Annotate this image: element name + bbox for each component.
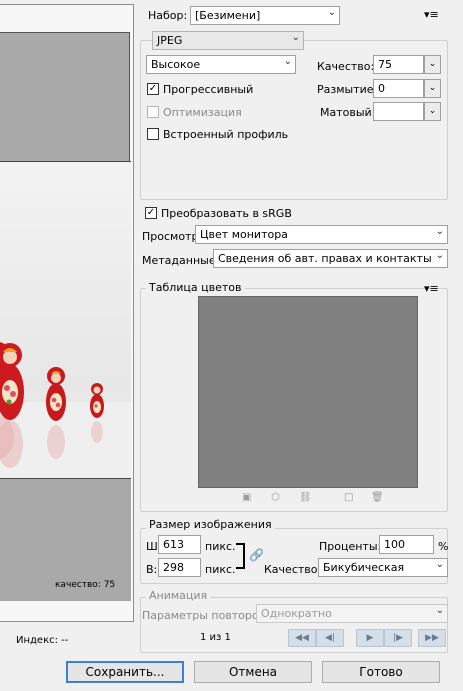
constrain-bracket: [236, 543, 245, 569]
resample-quality-dropdown[interactable]: Бикубическая ⌄: [318, 558, 448, 577]
quality-label: Качество:: [317, 60, 375, 73]
chevron-down-icon: ⌄: [327, 7, 336, 18]
color-table-menu-icon[interactable]: ▾≡: [424, 282, 439, 295]
matte-input[interactable]: [373, 102, 424, 121]
convert-srgb-checkbox[interactable]: ✓: [145, 207, 157, 219]
progressive-label: Прогрессивный: [163, 83, 254, 96]
chevron-down-icon[interactable]: ⌄: [424, 79, 441, 98]
trash-icon[interactable]: 🗑: [371, 492, 384, 503]
height-input[interactable]: 298: [158, 558, 201, 577]
map-color-icon[interactable]: ▣: [242, 492, 251, 503]
embed-profile-label: Встроенный профиль: [163, 128, 289, 141]
width-input[interactable]: 613: [158, 535, 201, 554]
quality-preset-value: Высокое: [151, 58, 201, 71]
view-dropdown[interactable]: Цвет монитора ⌄: [195, 225, 448, 244]
link-icon[interactable]: 🔗: [249, 548, 264, 562]
lock-icon[interactable]: ⛓: [299, 492, 312, 503]
preset-label: Набор:: [148, 9, 188, 22]
chevron-down-icon[interactable]: ⌄: [424, 102, 441, 121]
preset-dropdown[interactable]: [Безимени] ⌄: [190, 6, 340, 25]
preview-canvas[interactable]: [0, 32, 131, 601]
metadata-value: Сведения об авт. правах и контакты: [218, 252, 432, 265]
next-frame-icon[interactable]: |▶: [384, 629, 412, 647]
percent-unit: %: [438, 540, 449, 553]
frame-counter: 1 из 1: [200, 632, 231, 643]
height-unit: пикс.: [205, 563, 236, 576]
chevron-down-icon: ⌄: [435, 605, 444, 616]
quality-preset-dropdown[interactable]: Высокое ⌄: [146, 55, 296, 74]
width-unit: пикс.: [205, 540, 236, 553]
resample-quality-value: Бикубическая: [323, 561, 405, 574]
preview-quality-caption: качество: 75: [55, 580, 116, 590]
animation-title: Анимация: [146, 589, 211, 602]
percent-input[interactable]: 100: [379, 535, 434, 554]
loop-label: Параметры повторов:: [142, 609, 269, 622]
resample-quality-label: Качество:: [264, 563, 322, 576]
save-button[interactable]: Сохранить...: [66, 661, 184, 683]
metadata-label: Метаданные:: [142, 254, 220, 267]
chevron-down-icon: ⌄: [435, 226, 444, 237]
last-frame-icon[interactable]: ▶▶: [418, 629, 446, 647]
chevron-down-icon[interactable]: ⌄: [424, 55, 441, 74]
blur-label: Размытие:: [317, 83, 378, 96]
done-button[interactable]: Готово: [322, 661, 440, 683]
progressive-checkbox[interactable]: ✓: [147, 83, 159, 95]
cancel-button[interactable]: Отмена: [194, 661, 312, 683]
chevron-down-icon: ⌄: [435, 250, 444, 261]
preset-menu-icon[interactable]: ▾≡: [424, 8, 439, 21]
chevron-down-icon: ⌄: [283, 56, 292, 67]
color-table-title: Таблица цветов: [146, 281, 245, 294]
matte-label: Матовый:: [320, 106, 376, 119]
new-color-icon[interactable]: □: [344, 492, 353, 503]
view-value: Цвет монитора: [200, 228, 288, 241]
format-value: JPEG: [157, 34, 183, 47]
loop-dropdown[interactable]: Однократно ⌄: [256, 604, 448, 623]
web-shift-icon[interactable]: ⬡: [271, 492, 280, 503]
preview-image: [0, 161, 131, 479]
optimize-label: Оптимизация: [163, 106, 242, 119]
color-table-swatch: [198, 296, 418, 488]
index-caption: Индекс: --: [16, 635, 69, 646]
chevron-down-icon: ⌄: [435, 559, 444, 570]
chevron-down-icon: ⌄: [291, 32, 300, 43]
preset-value: [Безимени]: [195, 9, 261, 22]
optimize-checkbox[interactable]: [147, 106, 159, 118]
previous-frame-icon[interactable]: ◀|: [316, 629, 344, 647]
percent-label: Проценты:: [319, 540, 382, 553]
blur-combo[interactable]: 0 ⌄: [373, 79, 441, 98]
metadata-dropdown[interactable]: Сведения об авт. правах и контакты ⌄: [213, 249, 448, 268]
image-size-title: Размер изображения: [146, 518, 275, 531]
matte-combo[interactable]: ⌄: [373, 102, 441, 121]
preview-pane: качество: 75: [0, 4, 134, 622]
embed-profile-checkbox[interactable]: [147, 128, 159, 140]
format-dropdown[interactable]: JPEG ⌄: [152, 31, 304, 50]
play-icon[interactable]: ▶: [356, 629, 384, 647]
convert-srgb-label: Преобразовать в sRGB: [161, 207, 292, 220]
view-label: Просмотр:: [142, 230, 203, 243]
first-frame-icon[interactable]: ◀◀: [288, 629, 316, 647]
matryoshka-image: [0, 342, 131, 478]
loop-value: Однократно: [261, 607, 332, 620]
blur-input[interactable]: 0: [373, 79, 424, 98]
height-label: В:: [146, 563, 158, 576]
quality-combo[interactable]: 75 ⌄: [373, 55, 441, 74]
quality-input[interactable]: 75: [373, 55, 424, 74]
